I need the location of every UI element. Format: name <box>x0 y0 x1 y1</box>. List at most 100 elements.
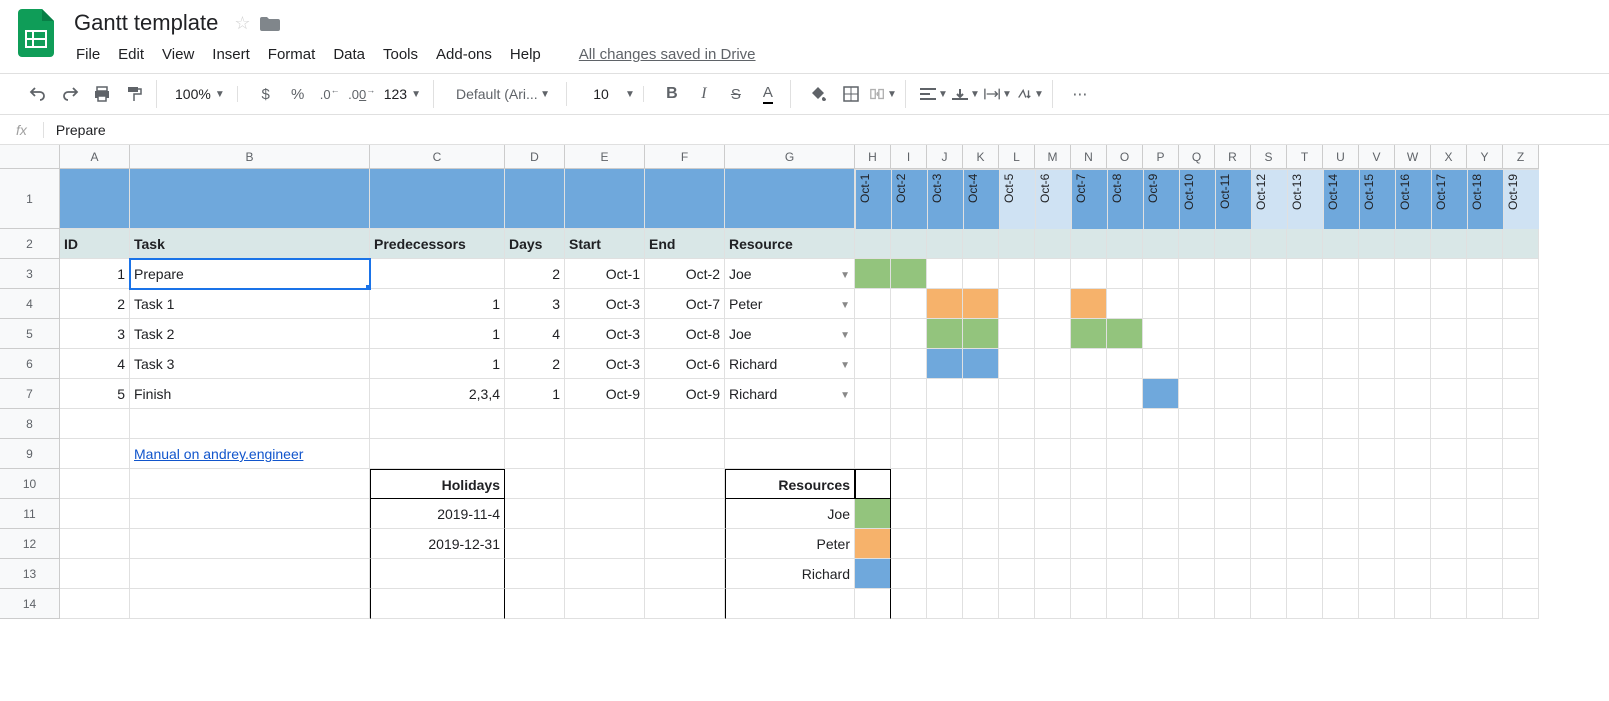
cell-start-7[interactable]: Oct-9 <box>565 379 645 409</box>
cell-11-U[interactable] <box>1323 499 1359 529</box>
cell-13-I[interactable] <box>891 559 927 589</box>
dropdown-icon[interactable]: ▼ <box>840 291 850 319</box>
holiday-13[interactable] <box>370 559 505 589</box>
cell-12-Z[interactable] <box>1503 529 1539 559</box>
cell-11-R[interactable] <box>1215 499 1251 529</box>
date-header-Oct-5[interactable]: Oct-5 <box>999 169 1035 229</box>
date-header-Oct-14[interactable]: Oct-14 <box>1323 169 1359 229</box>
gantt-cell-6-18[interactable] <box>1503 349 1539 379</box>
cell-9-E[interactable] <box>565 439 645 469</box>
date-header-Oct-16[interactable]: Oct-16 <box>1395 169 1431 229</box>
cell-14-R[interactable] <box>1215 589 1251 619</box>
cell-9-J[interactable] <box>927 439 963 469</box>
gantt-header-6[interactable] <box>1071 229 1107 259</box>
gantt-cell-7-8[interactable] <box>1143 379 1179 409</box>
gantt-cell-7-0[interactable] <box>855 379 891 409</box>
row-header-12[interactable]: 12 <box>0 529 60 559</box>
cell-days-5[interactable]: 4 <box>505 319 565 349</box>
cell-9-S[interactable] <box>1251 439 1287 469</box>
gantt-cell-5-2[interactable] <box>927 319 963 349</box>
cell-8-W[interactable] <box>1395 409 1431 439</box>
folder-icon[interactable] <box>260 15 280 31</box>
cell-10-O[interactable] <box>1107 469 1143 499</box>
cell-11-T[interactable] <box>1287 499 1323 529</box>
cell-task-6[interactable]: Task 3 <box>130 349 370 379</box>
gantt-cell-6-12[interactable] <box>1287 349 1323 379</box>
gantt-header-0[interactable] <box>855 229 891 259</box>
cell-start-6[interactable]: Oct-3 <box>565 349 645 379</box>
cell-12-W[interactable] <box>1395 529 1431 559</box>
cell-days-6[interactable]: 2 <box>505 349 565 379</box>
zoom-select[interactable]: 100%▼ <box>171 86 229 102</box>
dropdown-icon[interactable]: ▼ <box>840 321 850 349</box>
cell-8-D[interactable] <box>505 409 565 439</box>
date-header-Oct-2[interactable]: Oct-2 <box>891 169 927 229</box>
gantt-cell-4-5[interactable] <box>1035 289 1071 319</box>
horizontal-align-button[interactable]: ▼ <box>920 80 948 108</box>
gantt-cell-7-18[interactable] <box>1503 379 1539 409</box>
cell-8-R[interactable] <box>1215 409 1251 439</box>
table-header-resource[interactable]: Resource <box>725 229 855 259</box>
font-select[interactable]: Default (Ari...▼ <box>448 82 558 106</box>
column-header-Q[interactable]: Q <box>1179 145 1215 169</box>
cell-12-T[interactable] <box>1287 529 1323 559</box>
cell-13-O[interactable] <box>1107 559 1143 589</box>
cell-8-E[interactable] <box>565 409 645 439</box>
text-rotation-button[interactable]: ▼ <box>1016 80 1044 108</box>
cell-pred-5[interactable]: 1 <box>370 319 505 349</box>
cell-13-V[interactable] <box>1359 559 1395 589</box>
cell-11-Q[interactable] <box>1179 499 1215 529</box>
cell-12-I[interactable] <box>891 529 927 559</box>
gantt-header-10[interactable] <box>1215 229 1251 259</box>
cell-12-Q[interactable] <box>1179 529 1215 559</box>
gantt-cell-4-8[interactable] <box>1143 289 1179 319</box>
menu-edit[interactable]: Edit <box>110 42 152 67</box>
gantt-header-9[interactable] <box>1179 229 1215 259</box>
gantt-cell-4-4[interactable] <box>999 289 1035 319</box>
gantt-header-5[interactable] <box>1035 229 1071 259</box>
gantt-cell-7-12[interactable] <box>1287 379 1323 409</box>
cell-1-C[interactable] <box>370 169 505 229</box>
cell-task-5[interactable]: Task 2 <box>130 319 370 349</box>
cell-10-S[interactable] <box>1251 469 1287 499</box>
resources-header[interactable]: Resources <box>725 469 855 499</box>
table-header-id[interactable]: ID <box>60 229 130 259</box>
document-title[interactable]: Gantt template <box>68 8 224 38</box>
cell-10-I[interactable] <box>891 469 927 499</box>
cell-id-7[interactable]: 5 <box>60 379 130 409</box>
column-header-P[interactable]: P <box>1143 145 1179 169</box>
format-currency-button[interactable]: $ <box>252 80 280 108</box>
cell-8-B[interactable] <box>130 409 370 439</box>
cell-resource-4[interactable]: Peter▼ <box>725 289 855 319</box>
cell-11-F[interactable] <box>645 499 725 529</box>
column-header-B[interactable]: B <box>130 145 370 169</box>
cell-13-J[interactable] <box>927 559 963 589</box>
cell-13-R[interactable] <box>1215 559 1251 589</box>
gantt-cell-3-13[interactable] <box>1323 259 1359 289</box>
cell-13-D[interactable] <box>505 559 565 589</box>
cell-11-Y[interactable] <box>1467 499 1503 529</box>
cell-13-K[interactable] <box>963 559 999 589</box>
cell-11-J[interactable] <box>927 499 963 529</box>
gantt-cell-4-6[interactable] <box>1071 289 1107 319</box>
bold-button[interactable]: B <box>658 80 686 108</box>
menu-insert[interactable]: Insert <box>204 42 258 67</box>
date-header-Oct-18[interactable]: Oct-18 <box>1467 169 1503 229</box>
gantt-cell-4-9[interactable] <box>1179 289 1215 319</box>
gantt-cell-3-8[interactable] <box>1143 259 1179 289</box>
column-header-E[interactable]: E <box>565 145 645 169</box>
cell-9-C[interactable] <box>370 439 505 469</box>
cell-14-C[interactable] <box>370 589 505 619</box>
gantt-cell-4-15[interactable] <box>1395 289 1431 319</box>
date-header-Oct-11[interactable]: Oct-11 <box>1215 169 1251 229</box>
cell-14-F[interactable] <box>645 589 725 619</box>
cell-13-X[interactable] <box>1431 559 1467 589</box>
column-header-I[interactable]: I <box>891 145 927 169</box>
cell-task-7[interactable]: Finish <box>130 379 370 409</box>
cell-8-C[interactable] <box>370 409 505 439</box>
cell-11-P[interactable] <box>1143 499 1179 529</box>
cell-id-6[interactable]: 4 <box>60 349 130 379</box>
cell-10-F[interactable] <box>645 469 725 499</box>
gantt-cell-5-10[interactable] <box>1215 319 1251 349</box>
column-header-Z[interactable]: Z <box>1503 145 1539 169</box>
